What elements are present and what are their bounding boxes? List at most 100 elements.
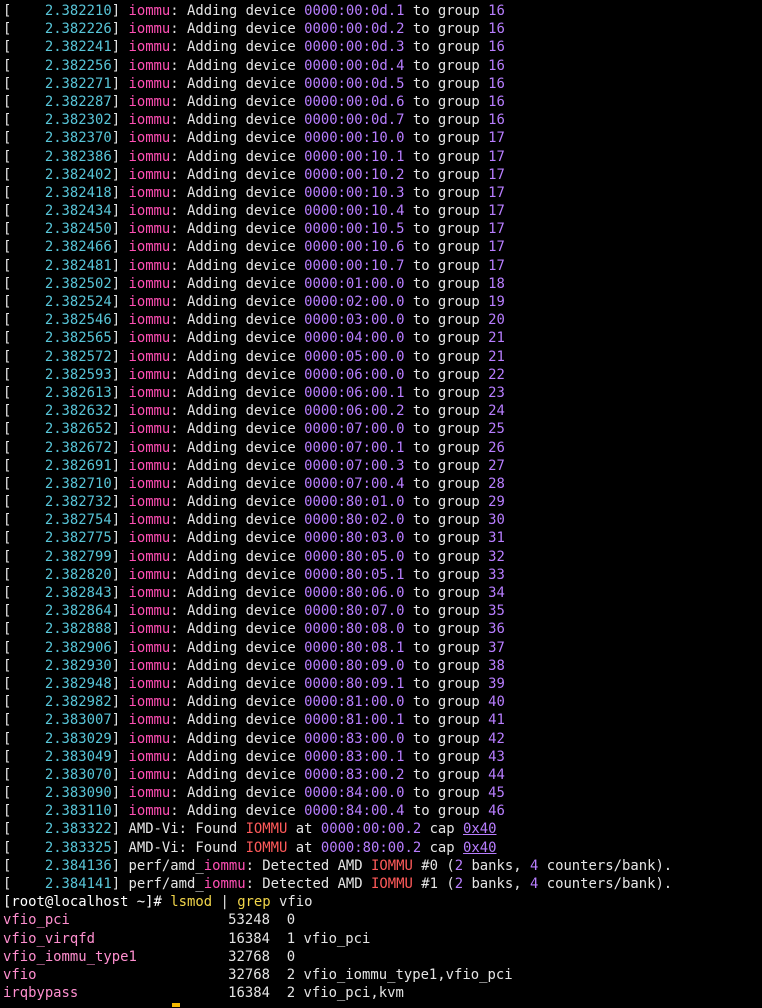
text-fragment: ] [111,657,129,674]
log-line: [ 2.382226] iommu: Adding device 0000:00… [3,20,762,38]
shell-prompt: [root@localhost ~]# [3,894,171,911]
group-number: 35 [488,603,505,620]
command-lsmod: lsmod [170,894,213,911]
device-address: 0000:00:10.1 [304,148,405,165]
text-fragment: [ [3,294,45,310]
text-fragment: [ [3,748,45,765]
log-message: : Adding device [170,75,305,92]
text-fragment: ] [111,348,129,365]
log-line: [ 2.382732] iommu: Adding device 0000:80… [3,493,762,511]
grep-argument: vfio [270,894,313,911]
log-message: : Adding device [170,621,305,638]
log-message: : Adding device [170,475,305,492]
text-fragment: ] [111,330,129,347]
text-fragment: [ [3,3,45,19]
text-fragment: [ [3,93,45,110]
text-fragment: ] [111,603,129,620]
log-line: [ 2.382302] iommu: Adding device 0000:00… [3,111,762,129]
log-message: to group [404,457,489,474]
device-address: 0000:00:0d.1 [304,3,405,19]
log-message: to group [404,366,489,383]
log-message: to group [404,21,489,38]
text-fragment: ] [111,621,129,638]
group-number: 16 [488,93,505,110]
log-timestamp: 2.382843 [44,585,112,601]
log-subsystem: iommu [128,785,171,802]
log-message: : Adding device [170,730,305,747]
group-number: 24 [488,403,505,420]
log-message: : Adding device [170,457,305,474]
device-address: 0000:80:01.0 [304,494,405,511]
group-number: 42 [488,730,505,747]
log-timestamp: 2.382864 [44,603,112,620]
module-size: 32768 [228,966,270,983]
log-line: [ 2.382481] iommu: Adding device 0000:00… [3,257,762,275]
log-line: [ 2.382524] iommu: Adding device 0000:02… [3,293,762,311]
log-message: to group [404,330,489,347]
text-fragment: [ [3,239,45,256]
device-address: 0000:80:02.0 [304,512,405,529]
log-line: [ 2.382982] iommu: Adding device 0000:81… [3,693,762,711]
log-subsystem: iommu [128,275,171,292]
log-subsystem: iommu [128,603,171,620]
text-fragment: [ [3,112,45,129]
log-message: : Adding device [170,639,305,656]
log-timestamp: 2.384136 [44,857,112,874]
log-timestamp: 2.382210 [44,3,112,19]
log-message: ( [437,876,455,892]
group-number: 16 [488,3,505,19]
device-address: 0000:00:0d.7 [304,112,405,129]
log-timestamp: 2.382434 [44,203,112,220]
group-number: 29 [488,494,505,511]
text-fragment: ] [111,148,129,165]
group-number: 21 [488,330,505,347]
text-fragment: [ [3,548,45,565]
text-fragment [295,949,303,965]
log-message: to group [404,712,489,729]
device-address: 0000:00:0d.4 [304,57,405,74]
module-row: vfio 32768 2 vfio_iommu_type1,vfio_pci [3,966,762,984]
text-fragment: [ [3,330,45,347]
text-fragment: [ [3,384,45,401]
group-number: 33 [488,566,505,583]
text-fragment: [ [3,585,45,601]
text-fragment: [ [3,639,45,656]
log-timestamp: 2.382502 [44,275,112,292]
group-number: 45 [488,785,505,802]
log-message: : Adding device [170,512,305,529]
log-line: [ 2.382632] iommu: Adding device 0000:06… [3,402,762,420]
terminal-window[interactable]: [ 2.382210] iommu: Adding device 0000:00… [0,0,762,1008]
text-fragment: ] [111,548,129,565]
text-fragment: ] [111,21,129,38]
log-message: : Adding device [170,275,305,292]
text-fragment: [ [3,876,45,892]
group-number: 21 [488,348,505,365]
log-line: [ 2.382546] iommu: Adding device 0000:03… [3,311,762,329]
log-message: : Adding device [170,384,305,401]
log-message: : Adding device [170,184,305,201]
module-name: vfio_pci [3,912,70,929]
text-fragment: ] [111,39,129,56]
log-line: [ 2.383090] iommu: Adding device 0000:84… [3,784,762,802]
device-address: 0000:80:09.0 [304,657,405,674]
device-address: 0000:83:00.2 [304,766,405,783]
device-address: 0000:00:00.2 [320,821,422,838]
log-timestamp: 2.382287 [44,93,112,110]
text-fragment: [ [3,730,45,747]
log-message: to group [404,530,489,547]
device-address: 0000:84:00.4 [304,803,405,820]
log-message: : Adding device [170,348,305,365]
text-fragment: [ [3,203,45,220]
log-message: : Adding device [170,675,305,692]
log-line: [ 2.382864] iommu: Adding device 0000:80… [3,602,762,620]
text-fragment: ] [111,239,129,256]
log-message: : Adding device [170,330,305,347]
module-used-by: vfio_iommu_type1,vfio_pci [303,966,513,983]
log-timestamp: 2.382481 [44,257,112,274]
shell-prompt-line[interactable]: [root@localhost ~]# lsmod | grep vfio [3,893,762,911]
log-line: [ 2.382565] iommu: Adding device 0000:04… [3,329,762,347]
device-address: 0000:00:0d.3 [304,39,405,56]
group-number: 31 [488,530,505,547]
device-address: 0000:00:10.6 [304,239,405,256]
group-number: 41 [488,712,505,729]
